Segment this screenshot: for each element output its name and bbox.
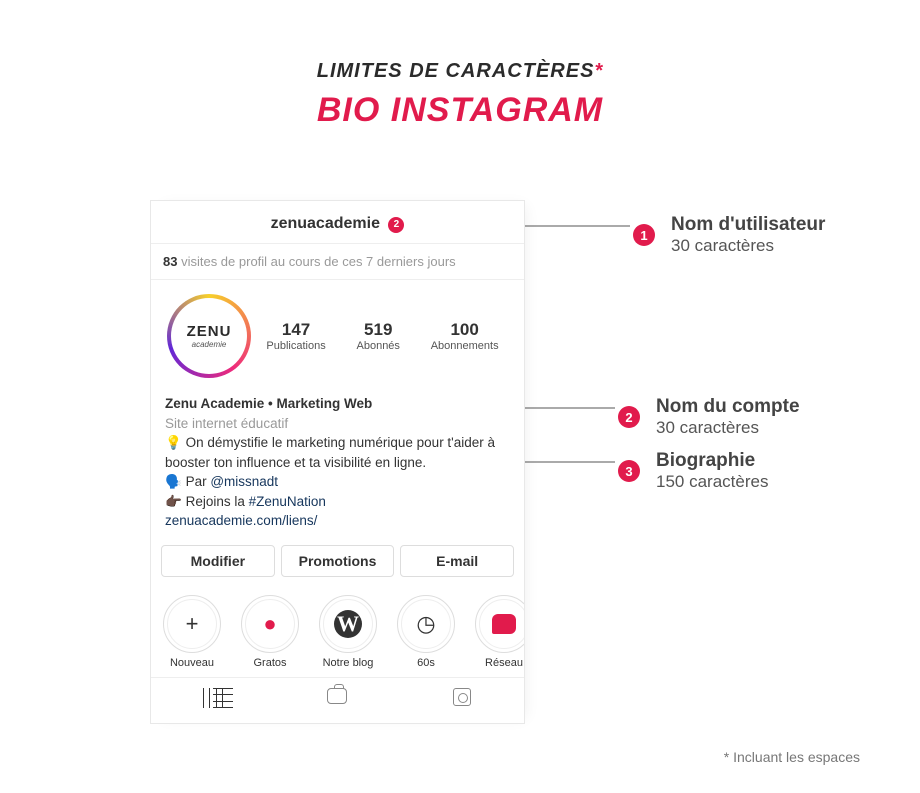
bubble-icon bbox=[475, 595, 524, 653]
avatar-inner: ZENU academie bbox=[171, 298, 247, 374]
bio-text: Par bbox=[182, 474, 211, 489]
email-button[interactable]: E-mail bbox=[400, 545, 514, 577]
story-label: 60s bbox=[393, 657, 459, 669]
callout-badge: 1 bbox=[633, 224, 655, 246]
subtitle: LIMITES DE CARACTÈRES* bbox=[0, 60, 920, 83]
callout-2: 2 Nom du compte30 caractères bbox=[618, 396, 800, 438]
stat-num: 100 bbox=[431, 320, 499, 340]
story-gratos[interactable]: ● Gratos bbox=[237, 595, 303, 669]
edit-button[interactable]: Modifier bbox=[161, 545, 275, 577]
wordpress-icon: W bbox=[319, 595, 377, 653]
callout-3: 3 Biographie150 caractères bbox=[618, 450, 768, 492]
plus-icon: + bbox=[163, 595, 221, 653]
bulb-icon: 💡 bbox=[165, 435, 182, 450]
mention[interactable]: @missnadt bbox=[210, 474, 278, 489]
tab-grid[interactable] bbox=[151, 678, 275, 723]
profile-header: zenuacademie 2 bbox=[151, 201, 524, 244]
avatar-sub: academie bbox=[192, 340, 227, 349]
stat-label: Abonnés bbox=[357, 340, 400, 352]
stat-followers[interactable]: 519Abonnés bbox=[357, 320, 400, 352]
visits-count: 83 bbox=[163, 254, 177, 269]
avatar[interactable]: ZENU academie bbox=[167, 294, 251, 378]
pin-icon: ● bbox=[241, 595, 299, 653]
display-name: Zenu Academie • Marketing Web bbox=[165, 394, 510, 414]
stat-following[interactable]: 100Abonnements bbox=[431, 320, 499, 352]
tv-icon bbox=[327, 688, 347, 704]
bio-line-3: 👉🏿 Rejoins la #ZenuNation bbox=[165, 492, 510, 512]
callout-badge: 3 bbox=[618, 460, 640, 482]
stat-label: Publications bbox=[266, 340, 325, 352]
hashtag[interactable]: #ZenuNation bbox=[249, 494, 326, 509]
story-label: Nouveau bbox=[159, 657, 225, 669]
callout-title: Biographie bbox=[656, 450, 768, 472]
visits-line: 83 visites de profil au cours de ces 7 d… bbox=[151, 244, 524, 280]
stat-num: 147 bbox=[266, 320, 325, 340]
story-label: Gratos bbox=[237, 657, 303, 669]
callout-title: Nom d'utilisateur bbox=[671, 214, 825, 236]
callout-detail: 150 caractères bbox=[656, 472, 768, 492]
stat-num: 519 bbox=[357, 320, 400, 340]
point-icon: 👉🏿 bbox=[165, 494, 182, 509]
stat-posts[interactable]: 147Publications bbox=[266, 320, 325, 352]
callout-detail: 30 caractères bbox=[671, 236, 825, 256]
tabbar bbox=[151, 677, 524, 723]
username: zenuacademie bbox=[271, 215, 380, 232]
callout-title: Nom du compte bbox=[656, 396, 800, 418]
header: LIMITES DE CARACTÈRES* BIO INSTAGRAM bbox=[0, 0, 920, 130]
clock-icon: ◷ bbox=[397, 595, 455, 653]
footnote: * Incluant les espaces bbox=[724, 749, 860, 765]
notif-badge: 2 bbox=[388, 217, 404, 233]
tab-tagged[interactable] bbox=[400, 678, 524, 723]
promote-button[interactable]: Promotions bbox=[281, 545, 395, 577]
tag-icon bbox=[453, 688, 471, 706]
visits-text: visites de profil au cours de ces 7 dern… bbox=[177, 254, 455, 269]
stat-label: Abonnements bbox=[431, 340, 499, 352]
stats-row: ZENU academie 147Publications 519Abonnés… bbox=[151, 280, 524, 388]
callout-1: 1 Nom d'utilisateur30 caractères bbox=[633, 214, 825, 256]
tab-igtv[interactable] bbox=[275, 678, 399, 723]
story-label: Réseau bbox=[471, 657, 524, 669]
bio-link[interactable]: zenuacademie.com/liens/ bbox=[165, 513, 317, 528]
stories: + Nouveau ● Gratos W Notre blog ◷ 60s Réseau bbox=[151, 589, 524, 677]
grid-icon bbox=[203, 688, 223, 708]
bio-text: On démystifie le marketing numérique pou… bbox=[165, 435, 495, 470]
speak-icon: 🗣️ bbox=[165, 474, 182, 489]
category: Site internet éducatif bbox=[165, 414, 510, 434]
phone-mock: zenuacademie 2 83 visites de profil au c… bbox=[150, 200, 525, 724]
action-buttons: Modifier Promotions E-mail bbox=[151, 545, 524, 589]
avatar-text: ZENU bbox=[187, 323, 232, 340]
bio-block: Zenu Academie • Marketing Web Site inter… bbox=[151, 388, 524, 545]
asterisk: * bbox=[594, 60, 603, 82]
stats: 147Publications 519Abonnés 100Abonnement… bbox=[251, 320, 514, 352]
story-new[interactable]: + Nouveau bbox=[159, 595, 225, 669]
title: BIO INSTAGRAM bbox=[0, 91, 920, 130]
story-reseau[interactable]: Réseau bbox=[471, 595, 524, 669]
story-60s[interactable]: ◷ 60s bbox=[393, 595, 459, 669]
bio-text: Rejoins la bbox=[182, 494, 249, 509]
callout-detail: 30 caractères bbox=[656, 418, 800, 438]
bio-line-2: 🗣️ Par @missnadt bbox=[165, 472, 510, 492]
callout-badge: 2 bbox=[618, 406, 640, 428]
story-label: Notre blog bbox=[315, 657, 381, 669]
bio-line-1: 💡 On démystifie le marketing numérique p… bbox=[165, 433, 510, 472]
story-blog[interactable]: W Notre blog bbox=[315, 595, 381, 669]
subtitle-text: LIMITES DE CARACTÈRES bbox=[317, 60, 595, 82]
